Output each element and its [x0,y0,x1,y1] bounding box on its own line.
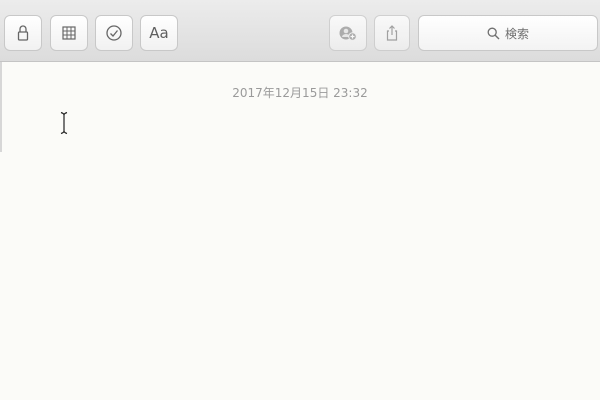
note-editor[interactable] [0,62,600,400]
text-format-icon: Aa [149,24,169,42]
editor-divider [0,62,2,152]
search-icon [487,27,500,39]
table-icon [62,26,76,40]
add-people-icon [339,26,357,41]
format-button[interactable]: Aa [140,15,178,51]
search-placeholder: 検索 [504,26,529,41]
add-people-button[interactable] [329,15,367,51]
checkmark-circle-icon [106,25,122,41]
search-field[interactable]: 検索 [418,15,598,51]
table-button[interactable] [50,15,88,51]
lock-icon [17,25,29,41]
text-cursor-icon [60,111,68,135]
lock-button[interactable] [4,15,42,51]
note-timestamp: 2017年12月15日 23:32 [232,86,368,100]
share-button[interactable] [374,15,410,51]
checklist-button[interactable] [95,15,133,51]
share-icon [386,25,398,41]
toolbar: Aa 検索 [0,0,600,62]
